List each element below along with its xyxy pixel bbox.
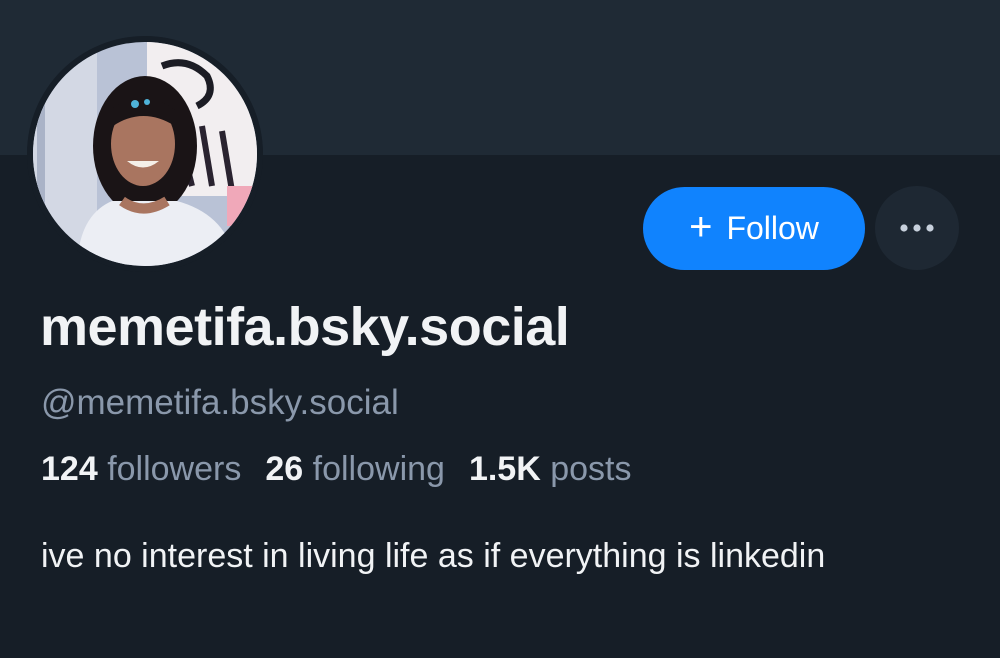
profile-handle: @memetifa.bsky.social [41, 383, 399, 422]
ellipsis-icon [900, 224, 934, 232]
follow-label: Follow [726, 210, 819, 246]
posts-count: 1.5K [468, 450, 541, 488]
profile-stats: 124 followers 26 following 1.5K posts [41, 450, 632, 489]
follow-button[interactable]: + Follow [643, 187, 865, 270]
followers-count: 124 [41, 450, 98, 488]
posts-label: posts [550, 450, 632, 488]
display-name: memetifa.bsky.social [40, 297, 570, 357]
profile-bio: ive no interest in living life as if eve… [41, 537, 826, 575]
followers-stat[interactable]: 124 followers [41, 450, 241, 489]
followers-label: followers [107, 450, 242, 488]
plus-icon: + [689, 204, 713, 249]
following-stat[interactable]: 26 following [265, 450, 445, 489]
avatar-photo [27, 36, 263, 272]
avatar[interactable] [27, 36, 263, 272]
profile-page: + Follow memetifa.bsky.social @memetifa.… [0, 0, 1000, 658]
following-label: following [312, 450, 445, 488]
following-count: 26 [265, 450, 304, 488]
more-options-button[interactable] [875, 186, 959, 270]
posts-stat: 1.5K posts [469, 450, 632, 489]
